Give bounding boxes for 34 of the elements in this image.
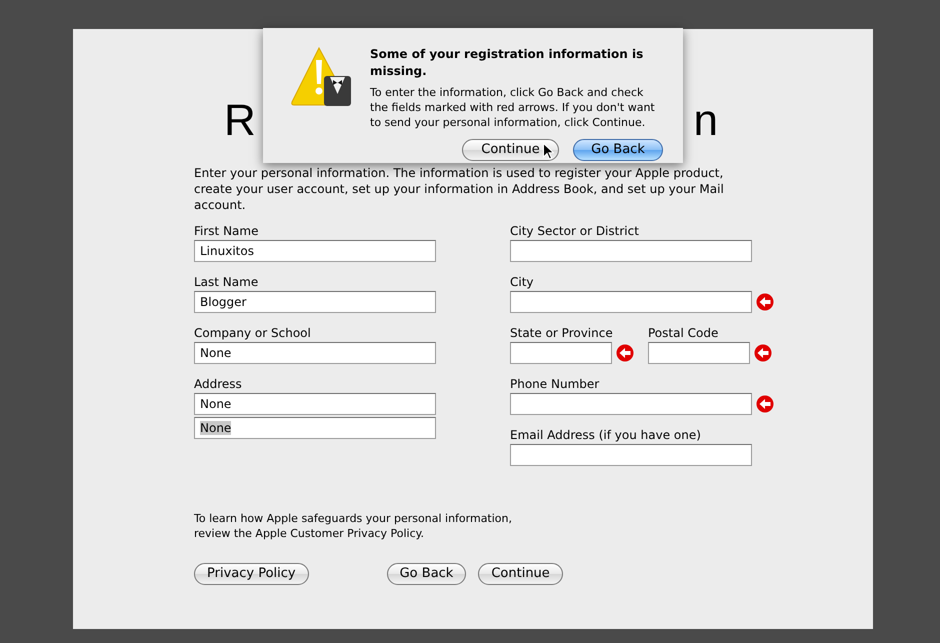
text-field[interactable]: None [194, 417, 436, 439]
field-label: State or Province [510, 325, 614, 342]
privacy-policy-button[interactable]: Privacy Policy [194, 563, 309, 585]
text-field[interactable] [510, 393, 752, 415]
dialog-message: To enter the information, click Go Back and check the fields marked with red arrows. If you don't want to send your personal information, click Continue. [370, 85, 656, 130]
text-field[interactable] [510, 240, 752, 262]
text-field[interactable]: Blogger [194, 291, 436, 313]
dialog-button[interactable]: Go Back [573, 139, 663, 161]
field-label: Last Name [194, 274, 260, 291]
action-button[interactable]: Go Back [386, 563, 466, 585]
text-field[interactable]: Linuxitos [194, 240, 436, 262]
field-label: Address [194, 376, 243, 393]
text-field[interactable]: None [194, 393, 436, 415]
intro-text: Enter your personal information. The information is used to register your Apple product, create your user account, set up your information in Address Book, and set up your Mail account. [194, 165, 725, 213]
field-label: City Sector or District [510, 223, 640, 240]
field-label: Email Address (if you have one) [510, 427, 702, 444]
field-label: Phone Number [510, 376, 600, 393]
text-field[interactable]: None [194, 342, 436, 364]
field-label: First Name [194, 223, 260, 240]
privacy-note: To learn how Apple safeguards your personal information, review the Apple Customer Privacy Policy. [194, 511, 514, 541]
field-label: Company or School [194, 325, 312, 342]
warning-icon [290, 46, 352, 108]
field-label: City [510, 274, 535, 291]
mouse-cursor-icon [543, 143, 554, 160]
text-field[interactable] [510, 444, 752, 466]
action-button[interactable]: Continue [478, 563, 563, 585]
text-field[interactable] [510, 291, 752, 313]
text-field[interactable] [648, 342, 750, 364]
page-title-fragment: n [694, 95, 718, 147]
text-field[interactable] [510, 342, 612, 364]
dialog-button[interactable]: Continue [462, 139, 559, 161]
dialog-title: Some of your registration information is missing. [370, 46, 644, 80]
field-label: Postal Code [648, 325, 720, 342]
page-title-fragment: R [224, 95, 256, 147]
